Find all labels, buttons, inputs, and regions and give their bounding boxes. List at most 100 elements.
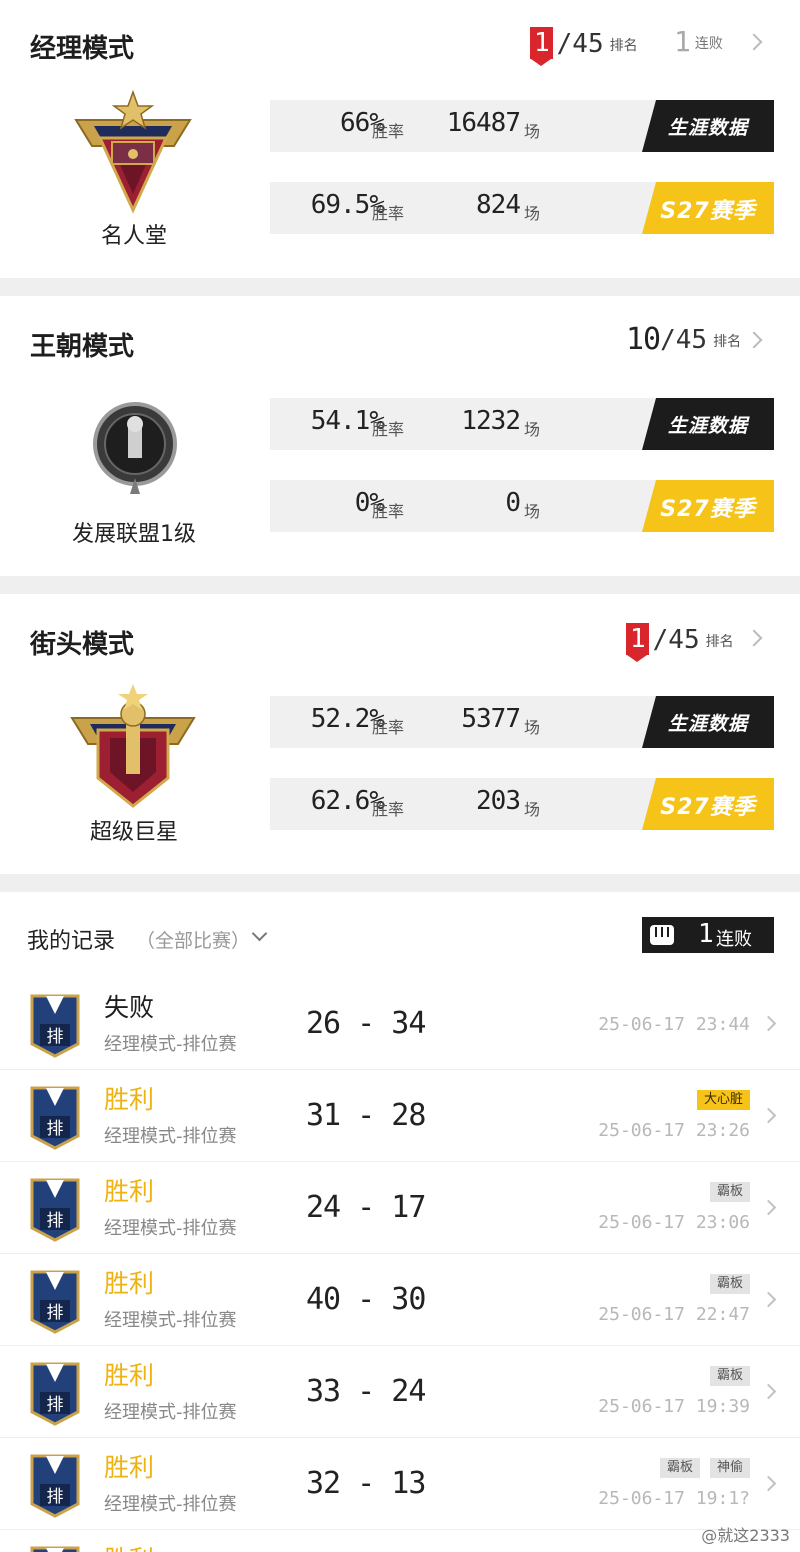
chevron-right-icon [760,1475,777,1492]
match-tags: 霸板 [709,1274,750,1294]
win-rate-label: 胜率 [372,718,405,737]
match-score: 24 - 17 [306,1190,426,1225]
chevron-right-icon[interactable] [745,33,763,51]
chevron-right-icon [760,1015,777,1032]
season-data-button[interactable]: S27赛季 [642,778,774,830]
career-data-label: 生涯数据 [667,415,748,437]
development-league-badge-icon [90,400,180,500]
games-value: 824 [476,190,521,220]
chevron-right-icon[interactable] [745,331,763,349]
match-row[interactable]: 排 胜利经理模式-排位赛 40 - 30 25-06-17 22:47 霸板 [0,1254,800,1346]
season-data-label: S27赛季 [660,795,756,820]
streak-count: 1 [698,919,714,949]
ranked-match-icon: 排 [30,994,80,1058]
mode-title: 王朝模式 [30,332,135,362]
career-data-label: 生涯数据 [667,713,748,735]
streak-badge: 1 连败 [642,917,774,953]
games-value: 16487 [446,108,521,138]
career-data-button[interactable]: 生涯数据 [642,398,774,450]
match-mode: 经理模式-排位赛 [104,1494,237,1515]
games-label: 场 [524,718,541,737]
match-score: 40 - 30 [306,1282,426,1317]
career-data-label: 生涯数据 [667,117,748,139]
streak-label: 连败 [694,36,723,52]
streak-count: 1 [674,25,691,58]
rank-label: 排名 [713,334,742,350]
records-header: 我的记录 （全部比赛） 1 连败 [0,892,800,982]
match-tags: 大心脏 [696,1090,750,1110]
mode-title: 经理模式 [30,34,135,64]
win-rate-label: 胜率 [372,800,405,819]
mode-card-manager: 经理模式 1 /45 排名 1 连败 名人堂 66% 胜率 16487 场 生涯… [0,0,800,278]
mode-title: 街头模式 [30,630,135,660]
win-rate-label: 胜率 [372,122,405,141]
match-row[interactable]: 排 胜利经理模式-排位赛 32 - 13 25-06-17 19:1? 霸板 神偷 [0,1438,800,1530]
match-tag: 大心脏 [696,1090,750,1110]
rank-number: 10 [626,322,661,357]
season-stats-row: 69.5% 胜率 824 场 S27赛季 [270,182,774,234]
section-divider [0,278,800,296]
records-filter[interactable]: （全部比赛） [136,926,250,953]
watermark: @就这2333 [701,1526,790,1545]
career-stats-row: 54.1% 胜率 1232 场 生涯数据 [270,398,774,450]
chevron-right-icon[interactable] [745,629,763,647]
match-mode: 经理模式-排位赛 [104,1402,237,1423]
match-time: 25-06-17 22:47 [598,1304,750,1325]
rank-indicator[interactable]: 1 /45 排名 [530,27,638,66]
match-score: 32 - 13 [306,1466,426,1501]
games-value: 203 [476,786,521,816]
rank-indicator[interactable]: 10 /45 排名 [626,322,742,357]
season-data-button[interactable]: S27赛季 [642,480,774,532]
rank-indicator[interactable]: 1 /45 排名 [626,623,734,662]
match-tags: 霸板 [709,1182,750,1202]
match-row[interactable]: 排 胜利 [0,1530,800,1552]
mode-card-street: 街头模式 1 /45 排名 超级巨星 52.2% 胜率 5377 场 生涯数据 … [0,594,800,874]
rank-label: 排名 [609,38,638,54]
match-time: 25-06-17 23:26 [598,1120,750,1141]
match-tag: 霸板 [659,1458,700,1478]
match-time: 25-06-17 23:44 [598,1014,750,1035]
ranked-match-icon: 排 [30,1546,80,1552]
games-label: 场 [524,800,541,819]
ranked-match-icon: 排 [30,1270,80,1334]
match-mode: 经理模式-排位赛 [104,1034,237,1055]
match-row[interactable]: 排 胜利 经理模式-排位赛 24 - 17 25-06-17 23:06 霸板 [0,1162,800,1254]
career-stats-row: 52.2% 胜率 5377 场 生涯数据 [270,696,774,748]
section-divider [0,874,800,892]
match-row[interactable]: 排 胜利 经理模式-排位赛 31 - 28 25-06-17 23:26 大心脏 [0,1070,800,1162]
win-rate-label: 胜率 [372,420,405,439]
match-row[interactable]: 排 胜利 经理模式-排位赛 33 - 24 25-06-17 19:39 霸板 [0,1346,800,1438]
win-rate-label: 胜率 [372,502,405,521]
match-result: 胜利 [104,1269,155,1298]
games-value: 5377 [461,704,521,734]
match-row[interactable]: 排 失败 经理模式-排位赛 26 - 34 25-06-17 23:44 [0,978,800,1070]
rank-number: 1 [626,623,649,662]
chevron-down-icon[interactable] [251,925,268,942]
ranked-label: 排 [47,1119,64,1139]
career-data-button[interactable]: 生涯数据 [642,696,774,748]
ranked-label: 排 [47,1303,64,1323]
ranked-match-icon: 排 [30,1086,80,1150]
badge-name: 名人堂 [100,224,167,249]
ranked-match-icon: 排 [30,1454,80,1518]
match-score: 31 - 28 [306,1098,426,1133]
match-mode: 经理模式-排位赛 [104,1218,237,1239]
match-tags: 霸板 神偷 [659,1458,750,1478]
ranked-match-icon: 排 [30,1178,80,1242]
match-time: 25-06-17 19:39 [598,1396,750,1417]
streak-indicator[interactable]: 1 连败 [674,27,723,57]
match-result: 失败 [104,993,155,1022]
match-result: 胜利 [104,1453,155,1482]
ranked-match-icon: 排 [30,1362,80,1426]
season-data-button[interactable]: S27赛季 [642,182,774,234]
season-data-label: S27赛季 [660,497,756,522]
badge-name: 超级巨星 [89,820,178,845]
career-data-button[interactable]: 生涯数据 [642,100,774,152]
match-time: 25-06-17 19:1? [598,1488,750,1509]
match-result: 胜利 [104,1361,155,1390]
match-tag: 霸板 [709,1182,750,1202]
rank-number: 1 [530,27,553,66]
match-mode: 经理模式-排位赛 [104,1310,237,1331]
badge-name: 发展联盟1级 [72,522,196,547]
win-rate-label: 胜率 [372,204,405,223]
